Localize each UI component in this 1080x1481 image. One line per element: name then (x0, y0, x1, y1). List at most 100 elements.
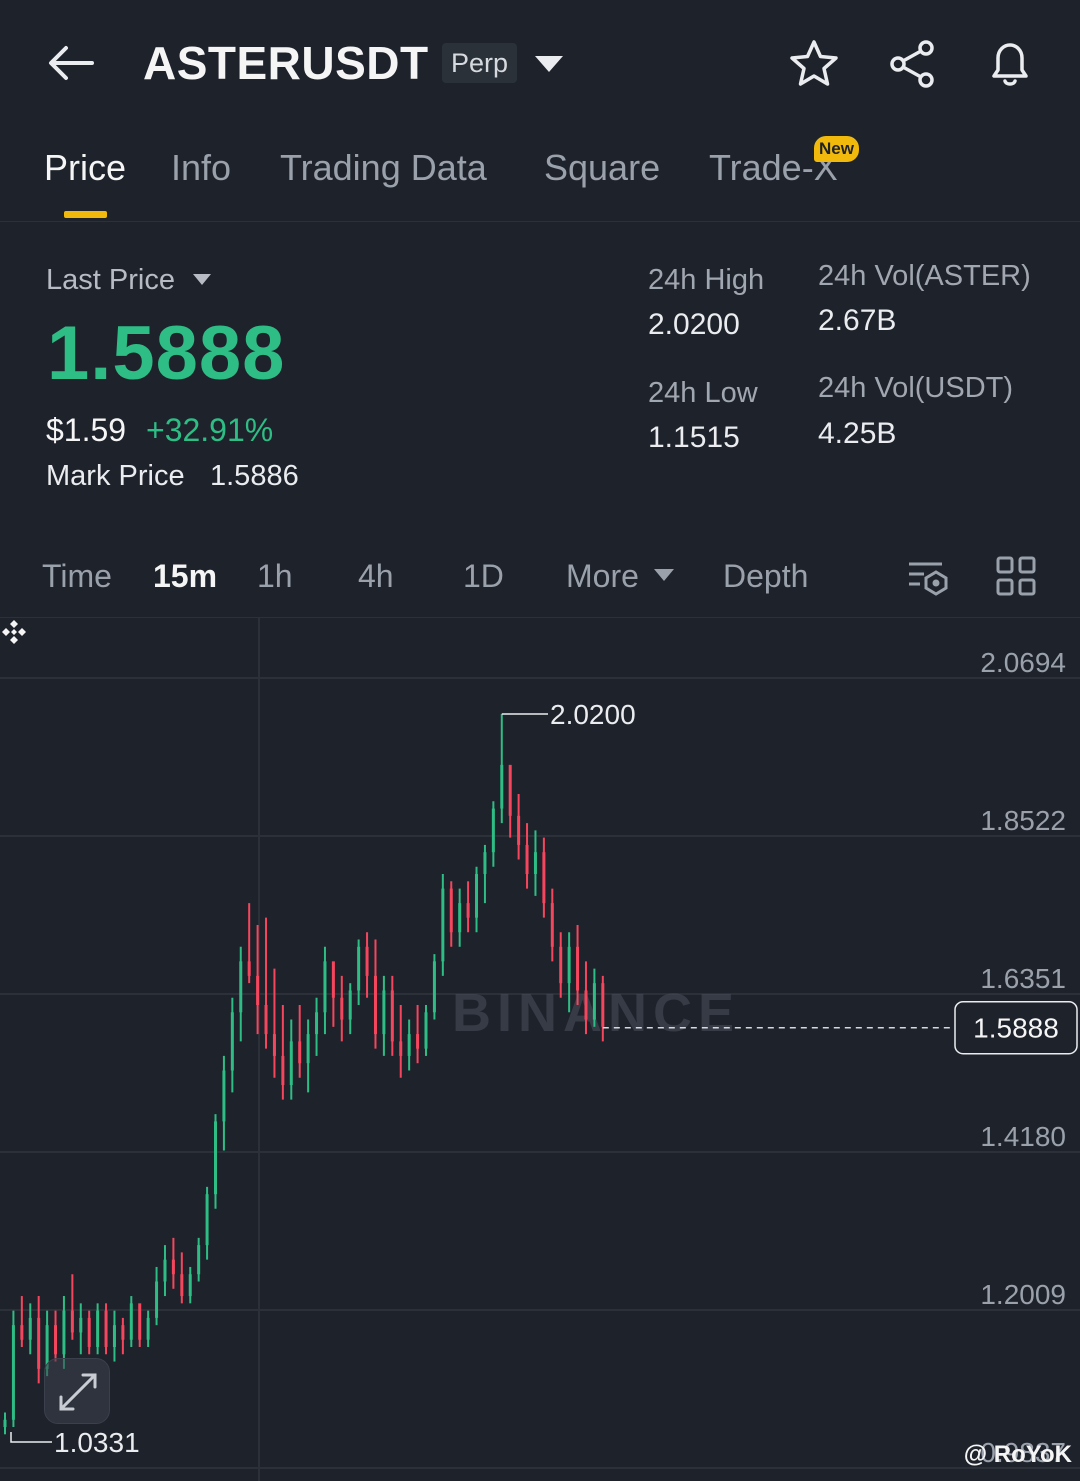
min-marker-label: 1.0331 (54, 1427, 140, 1458)
candle-body (458, 903, 462, 933)
star-icon[interactable] (788, 38, 840, 90)
bell-icon[interactable] (984, 38, 1036, 90)
layout-grid-icon[interactable] (994, 554, 1038, 598)
tab-info[interactable]: Info (171, 147, 231, 189)
candle-body (576, 946, 580, 991)
candle (129, 1296, 133, 1347)
vol-quote-value: 4.25B (818, 417, 897, 450)
candle-body (491, 808, 495, 853)
candle (272, 968, 276, 1078)
tab-trading-data[interactable]: Trading Data (280, 147, 487, 189)
candle-body (171, 1259, 175, 1275)
more-caret-icon[interactable] (653, 568, 675, 582)
new-badge: New (814, 136, 859, 162)
candle-body (138, 1303, 142, 1340)
indicator-settings-icon[interactable] (906, 554, 950, 598)
share-icon[interactable] (886, 38, 938, 90)
candle-body (222, 1070, 226, 1122)
candle (188, 1266, 192, 1304)
candle-body (348, 990, 352, 1020)
candle (517, 793, 521, 860)
candle (11, 1310, 15, 1428)
y-tick-label: 1.2009 (980, 1279, 1066, 1310)
interval-15m[interactable]: 15m (153, 558, 217, 595)
symbol-title[interactable]: ASTERUSDT (143, 36, 429, 90)
candle-body (79, 1317, 83, 1333)
candle-body (424, 1012, 428, 1049)
last-price-label[interactable]: Last Price (46, 264, 175, 297)
usd-price: $1.59 (46, 412, 127, 448)
candle (264, 917, 268, 1049)
candle (340, 975, 344, 1042)
min-marker-line (10, 1432, 52, 1443)
candle (357, 939, 361, 1006)
y-tick-label: 1.4180 (980, 1121, 1066, 1152)
interval-depth[interactable]: Depth (723, 558, 808, 595)
candle-body (121, 1325, 125, 1340)
candle (407, 1019, 411, 1071)
mark-price-label: Mark Price (46, 460, 185, 492)
candle-body (601, 983, 605, 1027)
candle-body (390, 990, 394, 1042)
y-tick-label: 1.8522 (980, 805, 1066, 836)
caret-down-icon[interactable] (192, 273, 212, 286)
low-value: 1.1515 (648, 421, 740, 454)
last-price-value: 1.5888 (47, 311, 286, 396)
interval-more[interactable]: More (566, 558, 639, 595)
candle (424, 1005, 428, 1056)
candle-body (298, 1041, 302, 1064)
candle (171, 1237, 175, 1289)
candle-body (155, 1281, 159, 1318)
interval-time[interactable]: Time (42, 558, 112, 595)
candle (592, 968, 596, 1027)
back-arrow-icon[interactable] (44, 40, 96, 86)
watermark: BINANCE (452, 983, 740, 1043)
candle (525, 823, 529, 889)
candle-body (256, 975, 260, 1006)
candle-body (54, 1325, 58, 1355)
candle (331, 961, 335, 1027)
candle (239, 946, 243, 1042)
candlestick-chart[interactable]: BINANCE 2.0200 1.0331 1.5888 2.0694 1.8522 1… (0, 618, 1080, 1481)
fullscreen-button[interactable] (44, 1358, 110, 1424)
candle-body (20, 1325, 24, 1340)
candle-body (315, 1012, 319, 1035)
candle-body (214, 1121, 217, 1195)
candle (20, 1296, 24, 1347)
candle-body (365, 946, 369, 976)
tab-square[interactable]: Square (544, 147, 660, 189)
candle (205, 1186, 209, 1260)
tab-price[interactable]: Price (44, 147, 126, 189)
vol-quote-label: 24h Vol(USDT) (818, 372, 1014, 404)
active-tab-indicator (64, 211, 107, 218)
candle (281, 1005, 285, 1100)
chevron-down-icon[interactable] (533, 54, 565, 74)
candle (550, 888, 554, 962)
candle-body (239, 961, 243, 1013)
candle (197, 1237, 201, 1282)
candle-body (432, 961, 436, 1013)
candle-body (592, 983, 596, 1020)
candle-body (449, 888, 453, 933)
candle-body (483, 852, 487, 875)
high-value: 2.0200 (648, 308, 740, 341)
interval-4h[interactable]: 4h (358, 558, 394, 595)
candle-body (517, 815, 521, 845)
candle (54, 1310, 58, 1362)
max-marker-label: 2.0200 (550, 699, 636, 730)
expand-icon (59, 1373, 97, 1411)
candle-body (87, 1317, 91, 1347)
candle (138, 1303, 142, 1347)
contract-badge: Perp (442, 43, 518, 83)
candle (491, 801, 495, 867)
candle-body (37, 1317, 41, 1369)
candle (289, 1019, 293, 1100)
candle-body (197, 1245, 201, 1275)
interval-1h[interactable]: 1h (257, 558, 293, 595)
candle-body (584, 990, 588, 1020)
low-label: 24h Low (648, 377, 758, 409)
chart-canvas[interactable]: BINANCE 2.0200 1.0331 1.5888 2.0694 1.8522 1… (0, 618, 1080, 1481)
candle-body (357, 946, 361, 991)
candle (96, 1303, 100, 1355)
interval-1d[interactable]: 1D (463, 558, 504, 595)
